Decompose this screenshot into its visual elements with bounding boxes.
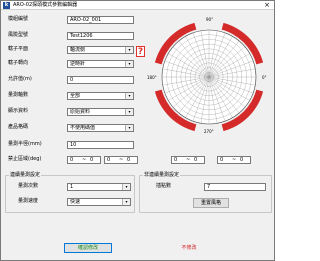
range-sep: ~	[119, 157, 124, 163]
measure-count-value: 1	[70, 184, 74, 190]
title-bar: k ARO-02探頭模式參數編輯器 ×	[1, 1, 274, 10]
help-icon[interactable]: ?	[136, 46, 145, 57]
group-step-title: 非連續量測設定	[143, 172, 181, 179]
model-code-field[interactable]: ARO-02_001	[67, 16, 134, 24]
forbidden-range-4[interactable]: 0 ~ 0	[217, 156, 251, 164]
chevron-down-icon: ▾	[128, 125, 131, 130]
label-product-format: 產品格碼	[8, 124, 29, 130]
label-forbidden-zone: 禁止區域(deg)	[8, 156, 42, 162]
probe-direction-select[interactable]: 逆時針 ▾	[67, 60, 134, 68]
label-probe-direction: 轄子轉向	[8, 60, 29, 66]
app-icon: k	[3, 2, 10, 9]
label-measure-count: 量測次數	[18, 183, 39, 189]
angle-label-left: 180°	[147, 75, 157, 80]
polar-chart[interactable]	[147, 15, 271, 139]
chevron-down-icon: ▾	[125, 199, 128, 204]
window-title: ARO-02探頭模式參數編輯器	[13, 2, 78, 8]
angle-label-top: 90°	[206, 17, 214, 22]
forbidden-range-1[interactable]: 0 ~ 0	[67, 156, 101, 164]
label-measure-method: 量測軸數	[8, 92, 29, 98]
range-to: 0	[90, 157, 94, 163]
group-continuous: 連續量測設定	[5, 172, 135, 213]
label-probe-plane: 轄子平面	[8, 46, 29, 52]
label-model-code: 模組編號	[8, 16, 29, 22]
range-from: 0	[107, 157, 111, 163]
label-scan-radius: 量測半徑(mm)	[8, 141, 42, 147]
range-sep: ~	[82, 157, 87, 163]
group-continuous-title: 連續量測設定	[9, 172, 42, 179]
points-field[interactable]: 7	[204, 183, 266, 191]
display-data-value: 原始資料	[70, 109, 91, 115]
chevron-down-icon: ▾	[128, 109, 131, 114]
range-from: 0	[174, 157, 178, 163]
range-to: 0	[127, 157, 131, 163]
chevron-down-icon: ▾	[128, 93, 131, 98]
probe-model-field[interactable]: Test1206	[67, 32, 134, 40]
label-points: 插點數	[156, 183, 172, 189]
range-from: 0	[70, 157, 74, 163]
product-format-value: 不使用碼值	[70, 125, 96, 131]
label-allowed-value: 允許值(m)	[8, 76, 32, 82]
forbidden-range-3[interactable]: 0 ~ 0	[171, 156, 205, 164]
probe-plane-value: 軸流側	[70, 47, 86, 53]
range-sep: ~	[232, 157, 237, 163]
measure-method-value: 全部	[70, 93, 81, 99]
chevron-down-icon: ▾	[128, 47, 131, 52]
close-icon[interactable]: ×	[262, 1, 272, 10]
chevron-down-icon: ▾	[125, 184, 128, 189]
label-measure-speed: 量測速度	[18, 198, 39, 204]
editor-window: k ARO-02探頭模式參數編輯器 × 模組編號 ARO-02_001 風險型號…	[0, 0, 275, 261]
label-probe-model: 風險型號	[8, 32, 29, 38]
product-format-select[interactable]: 不使用碼值 ▾	[67, 124, 134, 132]
measure-count-select[interactable]: 1 ▾	[67, 183, 131, 191]
measure-speed-select[interactable]: 快速 ▾	[67, 198, 131, 206]
reset-style-button[interactable]: 重置風格	[193, 198, 229, 208]
measure-speed-value: 快速	[70, 199, 81, 205]
angle-label-right: 0°	[262, 75, 267, 80]
range-to: 0	[240, 157, 244, 163]
display-data-select[interactable]: 原始資料 ▾	[67, 108, 134, 116]
probe-direction-value: 逆時針	[70, 61, 86, 67]
cancel-button[interactable]: 不修改	[165, 243, 213, 253]
allowed-value-field[interactable]: 0	[67, 76, 134, 84]
chevron-down-icon: ▾	[128, 61, 131, 66]
angle-label-bottom: 270°	[204, 129, 214, 134]
range-from: 0	[220, 157, 224, 163]
forbidden-range-2[interactable]: 0 ~ 0	[104, 156, 138, 164]
scan-radius-field[interactable]: 10	[67, 141, 134, 149]
range-sep: ~	[186, 157, 191, 163]
measure-method-select[interactable]: 全部 ▾	[67, 92, 134, 100]
range-to: 0	[194, 157, 198, 163]
label-display-data: 顯示資料	[8, 108, 29, 114]
probe-plane-select[interactable]: 軸流側 ▾	[67, 46, 134, 54]
confirm-button[interactable]: 確認修改	[64, 243, 112, 253]
